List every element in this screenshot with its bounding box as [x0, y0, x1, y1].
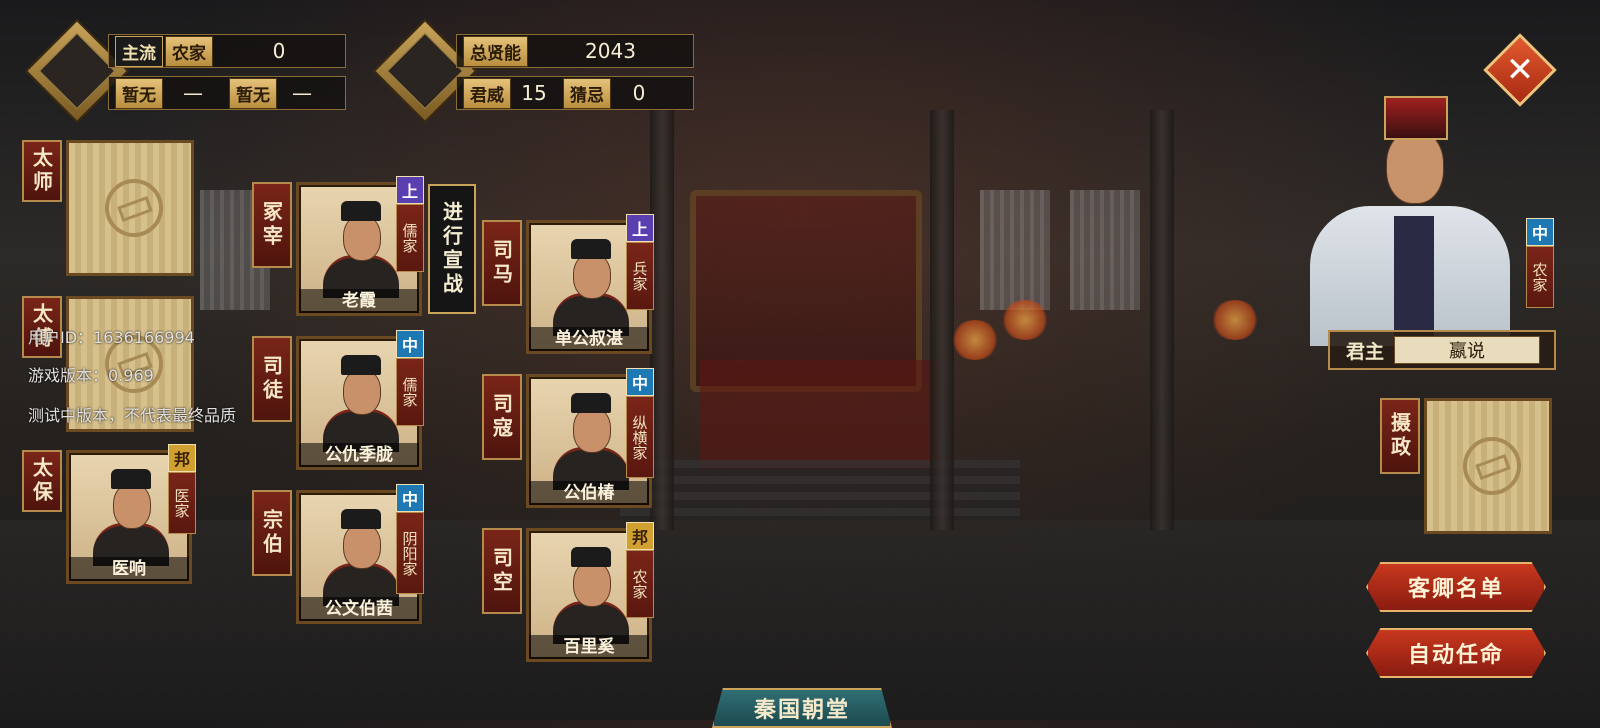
red-carpet	[700, 360, 940, 470]
brazier	[950, 320, 1000, 360]
none1-label: 暂无	[115, 77, 163, 109]
pillar	[930, 110, 954, 530]
crown-icon	[1384, 96, 1448, 140]
ruler-rank-badge: 中	[1526, 218, 1554, 246]
office-title-zongbo: 宗伯	[252, 490, 292, 576]
none1-value: —	[183, 81, 203, 105]
suspicion-value: 0	[632, 81, 646, 105]
school-tag: 纵横家	[626, 396, 654, 478]
school-tag: 医家	[168, 472, 196, 534]
debug-notice: 测试中版本，不代表最终品质	[28, 406, 237, 425]
guest-list-button[interactable]: 客卿名单	[1366, 562, 1546, 612]
official-name: 医响	[69, 557, 189, 581]
throne	[690, 190, 922, 392]
none2-value: —	[292, 81, 312, 105]
official-figure	[547, 235, 631, 336]
court-title: 秦国朝堂	[712, 688, 892, 728]
rank-badge: 邦	[626, 522, 654, 550]
none2-label: 暂无	[229, 77, 277, 109]
debug-user-id: 用户ID：1636166994	[28, 328, 195, 347]
office-title-taibao: 太保	[22, 450, 62, 512]
official-figure	[317, 505, 401, 606]
window	[1070, 190, 1140, 310]
rank-badge: 中	[626, 368, 654, 396]
rank-badge: 上	[396, 176, 424, 204]
school-tag: 儒家	[396, 358, 424, 426]
total-talent-label: 总贤能	[463, 35, 528, 67]
official-name: 百里奚	[529, 635, 649, 659]
official-figure	[547, 543, 631, 644]
official-figure	[87, 465, 171, 566]
school-tag: 儒家	[396, 204, 424, 272]
ruler-portrait[interactable]	[1300, 96, 1550, 346]
pillar	[1150, 110, 1174, 530]
prestige-value: 15	[521, 81, 547, 105]
window	[980, 190, 1050, 310]
prestige-label: 君威	[463, 77, 511, 109]
prestige-row: 君威 15 猜忌 0	[456, 76, 694, 110]
ruler-name: 嬴说	[1394, 336, 1540, 364]
office-title-sikong: 司空	[482, 528, 522, 614]
empty-slot-regent[interactable]	[1424, 398, 1552, 534]
mainstream-row: 主流 农家 0	[108, 34, 346, 68]
office-title-sima: 司马	[482, 220, 522, 306]
talent-row: 总贤能 2043	[456, 34, 694, 68]
secondary-row: 暂无 — 暂无 —	[108, 76, 346, 110]
ruler-school-tag: 农家	[1526, 246, 1554, 308]
close-icon: ✕	[1505, 50, 1535, 90]
school-tag: 兵家	[626, 242, 654, 310]
suspicion-label: 猜忌	[563, 77, 611, 109]
auto-appoint-button[interactable]: 自动任命	[1366, 628, 1546, 678]
office-title-sikou: 司寇	[482, 374, 522, 460]
mainstream-label: 主流	[115, 35, 163, 67]
debug-version: 游戏版本：0.969	[28, 366, 154, 385]
office-title-zhongzai: 冢宰	[252, 182, 292, 268]
ruler-robe	[1310, 206, 1510, 346]
rank-badge: 中	[396, 330, 424, 358]
school-tag: 阴阳家	[396, 512, 424, 594]
empty-seal-icon	[1463, 437, 1521, 495]
mainstream-value: 0	[272, 39, 286, 63]
official-name: 公仇季胧	[299, 443, 419, 467]
official-figure	[317, 351, 401, 452]
empty-seal-icon	[105, 179, 163, 237]
ruler-face	[1386, 130, 1444, 204]
rank-badge: 中	[396, 484, 424, 512]
declare-war-button[interactable]: 进行宣战	[428, 184, 476, 314]
official-name: 单公叔湛	[529, 327, 649, 351]
hall-steps	[620, 460, 1020, 520]
official-name: 老霞	[299, 289, 419, 313]
ruler-label: 君主	[1346, 340, 1385, 363]
brazier	[1210, 300, 1260, 340]
office-title-regent: 摄政	[1380, 398, 1420, 474]
total-talent-value: 2043	[585, 39, 636, 63]
rank-badge: 上	[626, 214, 654, 242]
official-figure	[547, 389, 631, 490]
brazier	[1000, 300, 1050, 340]
empty-slot-taishi[interactable]	[66, 140, 194, 276]
rank-badge: 邦	[168, 444, 196, 472]
office-title-taishi: 太师	[22, 140, 62, 202]
office-title-situ: 司徒	[252, 336, 292, 422]
official-name: 公文伯茜	[299, 597, 419, 621]
official-figure	[317, 197, 401, 298]
official-name: 公伯椿	[529, 481, 649, 505]
ruler-nameplate: 君主 嬴说	[1328, 330, 1556, 370]
school-tag: 农家	[626, 550, 654, 618]
mainstream-school: 农家	[165, 35, 213, 67]
